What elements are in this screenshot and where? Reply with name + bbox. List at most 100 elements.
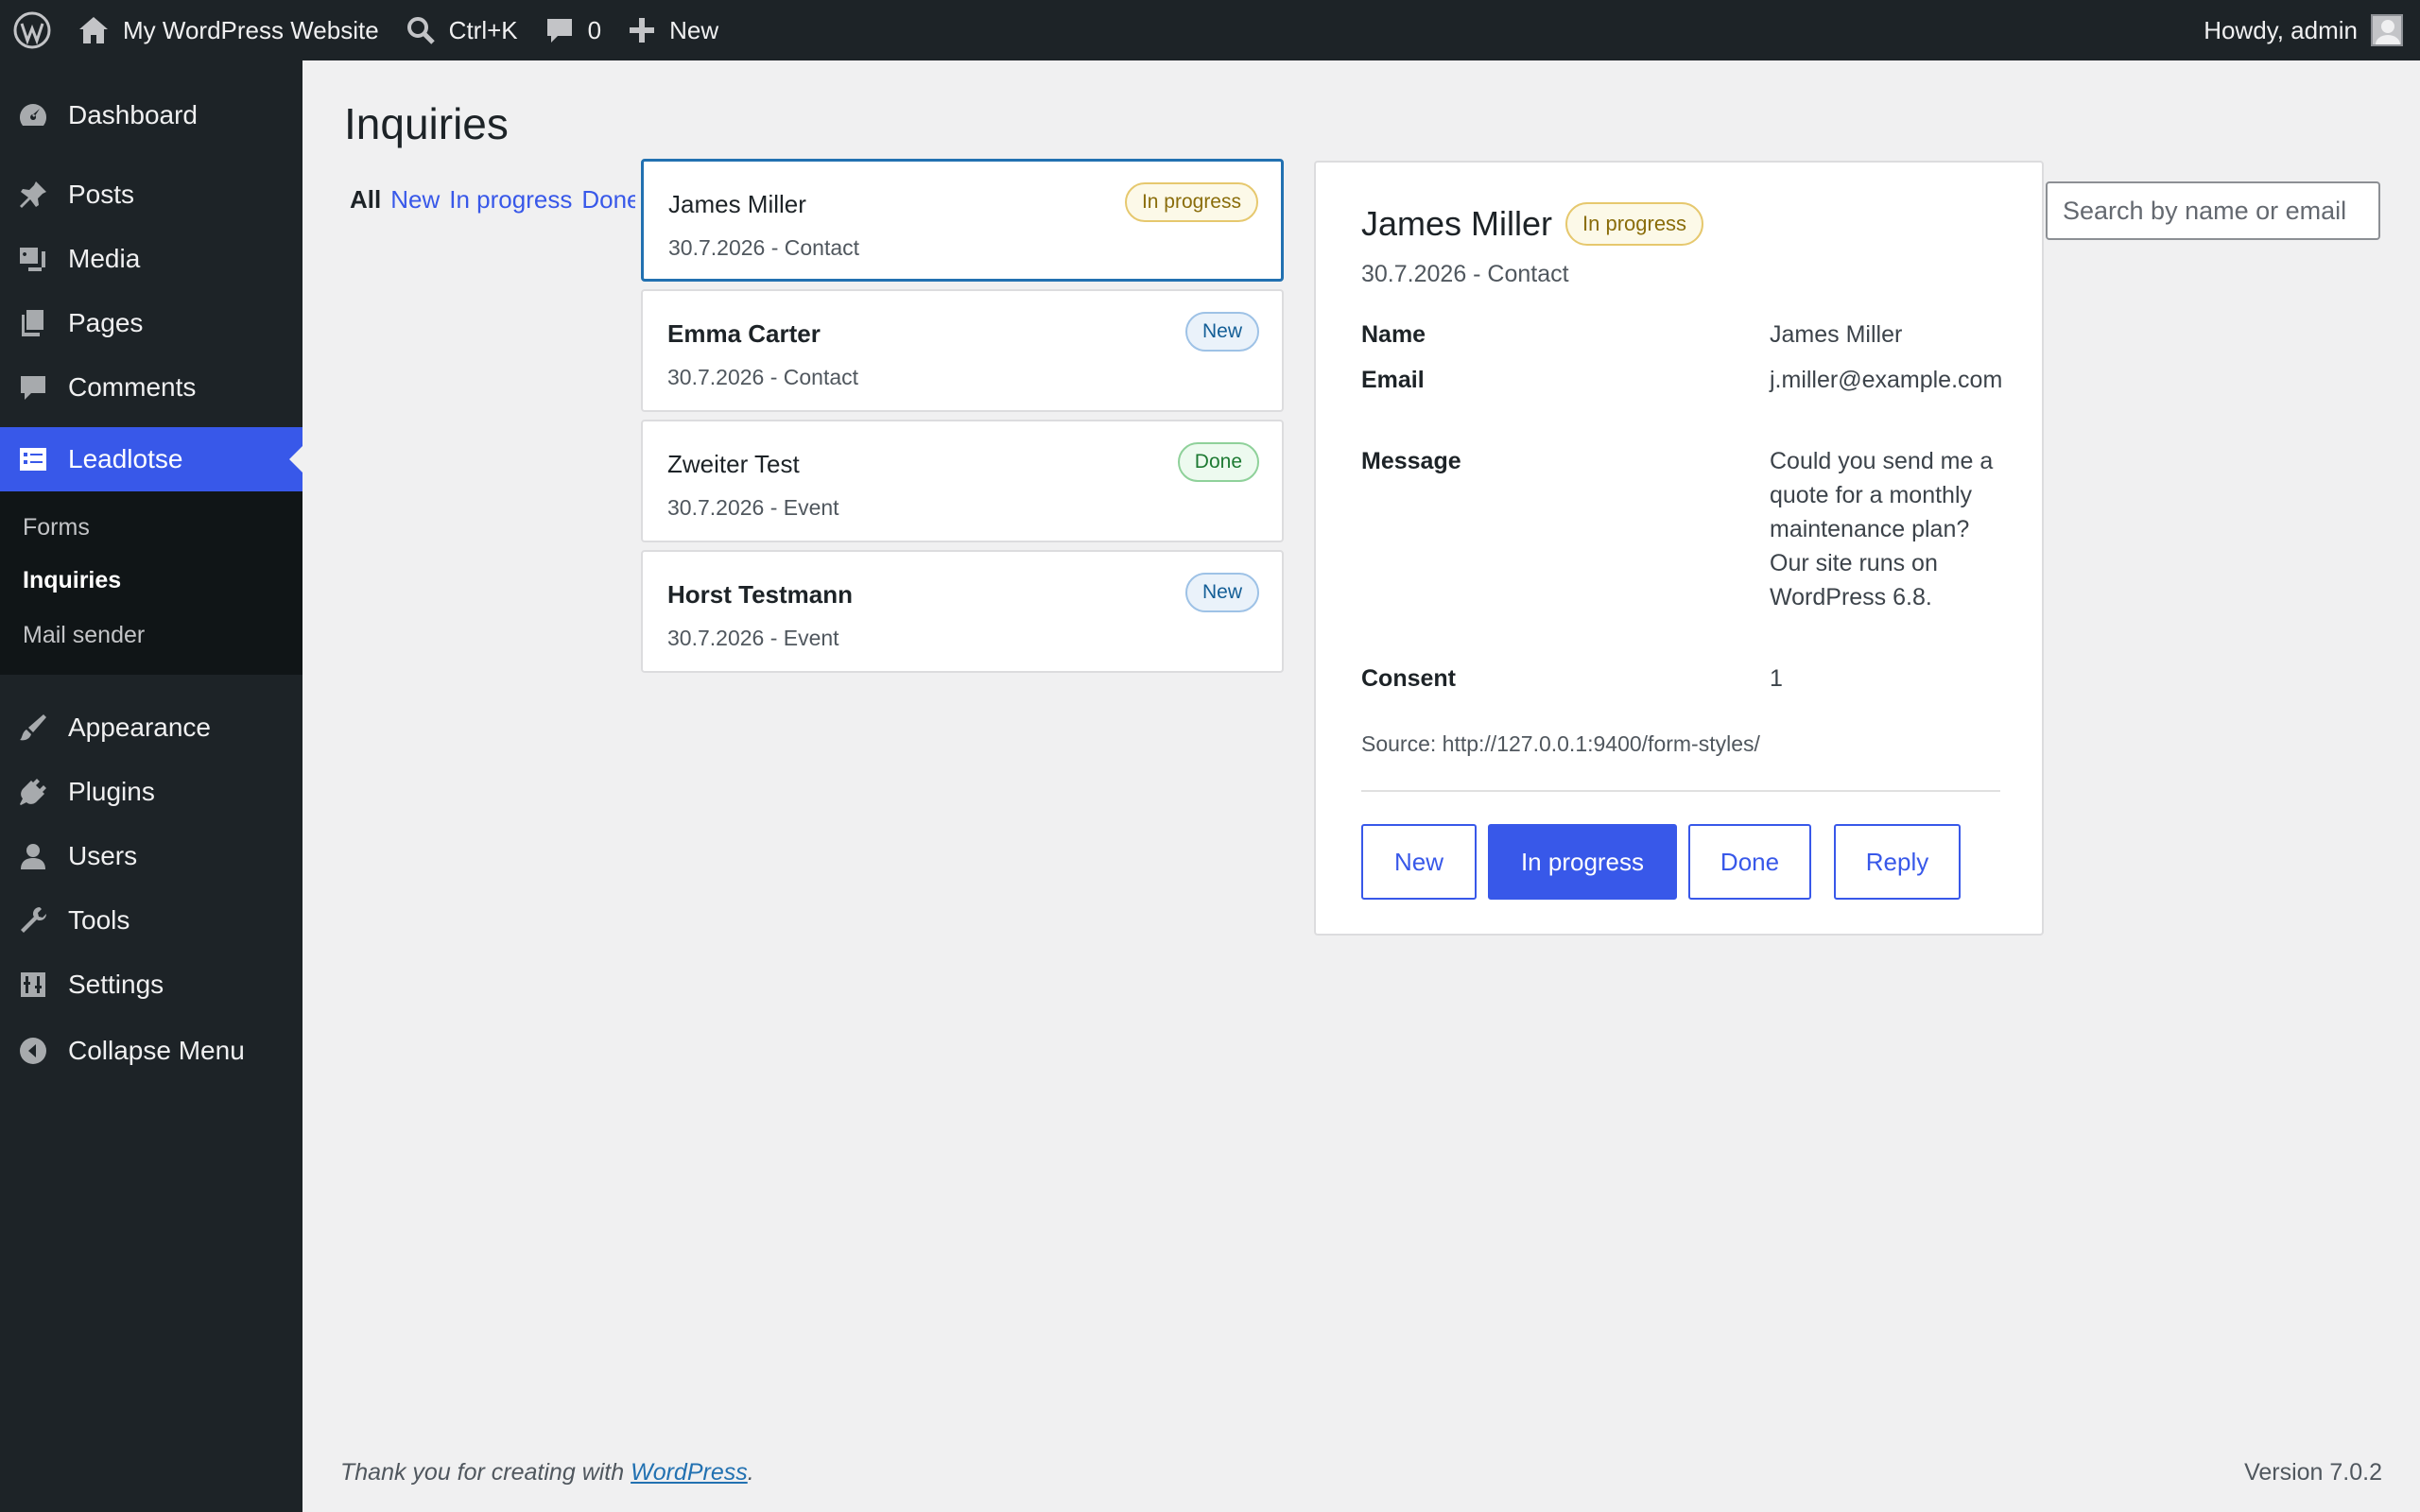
howdy-text: Howdy, admin <box>2204 15 2358 44</box>
search-input[interactable] <box>2046 181 2380 240</box>
filter-done[interactable]: Done <box>581 185 635 215</box>
reply-button[interactable]: Reply <box>1834 824 1961 900</box>
sidebar-item-label: Leadlotse <box>68 444 183 473</box>
sidebar-item-label: Collapse Menu <box>68 1036 245 1065</box>
inquiry-card-james-miller[interactable]: James Miller 30.7.2026 - Contact In prog… <box>641 159 1284 282</box>
search-shortcut: Ctrl+K <box>448 15 518 44</box>
settings-icon <box>21 972 45 997</box>
source-url: Source: http://127.0.0.1:9400/form-style… <box>1361 731 1760 756</box>
inquiry-detail-panel: James Miller In progress 30.7.2026 - Con… <box>1314 161 2044 936</box>
admin-bar: My WordPress Website Ctrl+K 0 New Howdy,… <box>0 0 2420 60</box>
wordpress-link[interactable]: WordPress <box>631 1459 748 1486</box>
inquiry-card-emma-carter[interactable]: Emma Carter 30.7.2026 - Contact New <box>641 289 1284 412</box>
sidebar-item-label: Plugins <box>68 777 155 806</box>
footer-thanks-suffix: . <box>747 1459 754 1486</box>
sidebar-item-posts[interactable]: Posts <box>0 163 302 227</box>
wordpress-logo-button[interactable] <box>0 0 64 60</box>
leadlotse-submenu: Forms Inquiries Mail sender <box>0 491 302 675</box>
divider <box>1361 790 2000 792</box>
field-label-message: Message <box>1361 448 1461 474</box>
collapse-icon <box>20 1038 46 1064</box>
brush-icon <box>20 714 46 741</box>
sidebar-item-appearance[interactable]: Appearance <box>0 696 302 760</box>
sidebar-item-users[interactable]: Users <box>0 824 302 888</box>
status-badge: New <box>1184 312 1259 352</box>
field-value-email: j.miller@example.com <box>1770 367 2003 393</box>
comment-icon <box>21 376 45 400</box>
plus-icon <box>630 18 655 43</box>
comments-link[interactable]: 0 <box>531 0 614 60</box>
comment-icon <box>546 19 572 43</box>
page-title: Inquiries <box>344 99 509 148</box>
inquiry-meta: 30.7.2026 - Event <box>667 495 839 520</box>
field-label-consent: Consent <box>1361 665 1456 692</box>
sidebar-item-pages[interactable]: Pages <box>0 291 302 355</box>
user-icon <box>21 844 45 869</box>
inquiry-card-horst-testmann[interactable]: Horst Testmann 30.7.2026 - Event New <box>641 550 1284 673</box>
sidebar-item-label: Users <box>68 841 138 870</box>
filter-in-progress[interactable]: In progress <box>449 185 572 215</box>
footer-thanks: Thank you for creating with WordPress. <box>340 1459 754 1486</box>
sidebar-item-settings[interactable]: Settings <box>0 953 302 1017</box>
home-icon <box>79 17 108 43</box>
footer-thanks-text: Thank you for creating with <box>340 1459 631 1486</box>
sidebar-item-label: Dashboard <box>68 100 198 129</box>
sidebar-item-label: Posts <box>68 180 135 209</box>
inquiry-meta: 30.7.2026 - Event <box>667 626 839 650</box>
sidebar-item-leadlotse[interactable]: Leadlotse <box>0 427 302 491</box>
detail-status-badge: In progress <box>1565 202 1704 246</box>
set-new-button[interactable]: New <box>1361 824 1477 900</box>
sidebar-item-label: Media <box>68 244 141 273</box>
sidebar-item-label: Settings <box>68 970 164 999</box>
status-badge: New <box>1184 573 1259 612</box>
set-done-button[interactable]: Done <box>1688 824 1811 900</box>
sidebar-item-plugins[interactable]: Plugins <box>0 760 302 824</box>
filter-new[interactable]: New <box>390 185 440 215</box>
sidebar-item-comments[interactable]: Comments <box>0 355 302 420</box>
media-icon <box>20 248 45 271</box>
sidebar-item-dashboard[interactable]: Dashboard <box>0 83 302 147</box>
search-icon <box>406 17 435 44</box>
field-value-message: Could you send me a quote for a monthly … <box>1770 448 1994 610</box>
inquiry-name: Emma Carter <box>667 319 821 348</box>
sidebar-item-media[interactable]: Media <box>0 227 302 291</box>
wordpress-logo-icon <box>13 11 51 49</box>
new-content-button[interactable]: New <box>614 0 732 60</box>
account-menu[interactable]: Howdy, admin <box>2190 0 2420 60</box>
plugin-icon <box>20 779 46 805</box>
admin-sidebar: Dashboard Posts Media Pages Comments Lea… <box>0 60 302 1512</box>
dashboard-icon <box>19 104 47 126</box>
new-label: New <box>669 15 719 44</box>
inquiry-card-zweiter-test[interactable]: Zweiter Test 30.7.2026 - Event Done <box>641 420 1284 542</box>
command-search-button[interactable]: Ctrl+K <box>392 0 531 60</box>
field-label-name: Name <box>1361 321 1426 348</box>
submenu-item-forms[interactable]: Forms <box>23 514 90 541</box>
inquiry-meta: 30.7.2026 - Contact <box>667 365 859 389</box>
sidebar-item-label: Tools <box>68 905 130 935</box>
inquiry-name: Zweiter Test <box>667 450 800 478</box>
inquiry-name: Horst Testmann <box>667 580 853 609</box>
status-badge: In progress <box>1124 182 1258 222</box>
sidebar-item-label: Appearance <box>68 713 212 742</box>
sidebar-item-collapse-menu[interactable]: Collapse Menu <box>0 1019 302 1083</box>
submenu-item-mail-sender[interactable]: Mail sender <box>23 622 145 649</box>
filter-all[interactable]: All <box>350 185 381 215</box>
site-name: My WordPress Website <box>123 15 379 44</box>
pages-icon <box>22 310 43 336</box>
submenu-item-inquiries[interactable]: Inquiries <box>23 567 121 594</box>
wrench-icon <box>21 907 46 933</box>
set-in-progress-button[interactable]: In progress <box>1488 824 1677 900</box>
status-badge: Done <box>1177 442 1259 482</box>
pin-icon <box>20 181 46 208</box>
inquiry-meta: 30.7.2026 - Contact <box>668 235 860 260</box>
field-label-email: Email <box>1361 367 1425 393</box>
sidebar-item-label: Pages <box>68 308 144 337</box>
comments-count: 0 <box>587 15 602 44</box>
sidebar-item-tools[interactable]: Tools <box>0 888 302 953</box>
inquiry-name: James Miller <box>668 190 806 218</box>
field-value-consent: 1 <box>1770 665 1783 692</box>
detail-meta: 30.7.2026 - Contact <box>1361 261 1569 287</box>
form-icon <box>20 448 46 471</box>
site-name-link[interactable]: My WordPress Website <box>64 0 392 60</box>
field-value-name: James Miller <box>1770 321 1903 348</box>
